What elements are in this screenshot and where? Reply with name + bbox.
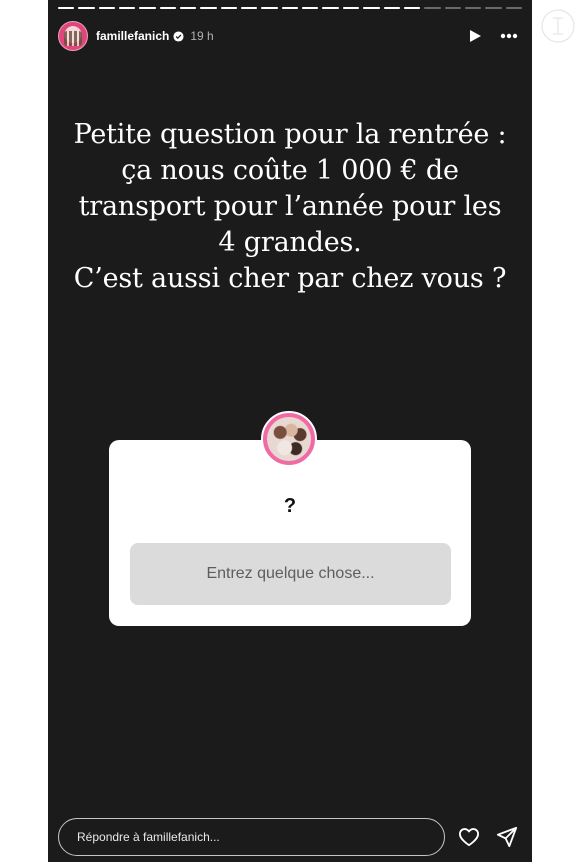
- story-progress-bar: [58, 7, 522, 10]
- progress-segment: [220, 7, 238, 9]
- progress-segment-fill: [78, 7, 95, 9]
- progress-segment: [200, 7, 217, 9]
- progress-segment-fill: [302, 7, 319, 9]
- progress-segment: [159, 7, 177, 9]
- share-button[interactable]: [496, 826, 518, 848]
- progress-segment: [139, 7, 156, 9]
- progress-segment-fill: [159, 7, 177, 9]
- progress-segment: [302, 7, 319, 9]
- progress-segment-fill: [403, 7, 421, 9]
- play-button[interactable]: [466, 27, 484, 45]
- sticker-question-text: ?: [283, 495, 297, 517]
- heart-icon: [458, 828, 479, 847]
- progress-segment: [342, 7, 360, 9]
- more-icon: [500, 33, 518, 39]
- progress-segment: [464, 7, 482, 9]
- progress-segment: [403, 7, 421, 9]
- progress-segment: [180, 7, 197, 9]
- watermark-logo-icon: [541, 9, 575, 43]
- progress-segment-fill: [261, 7, 278, 9]
- verified-badge-icon: [173, 30, 184, 42]
- progress-segment-fill: [98, 7, 116, 9]
- sticker-answer-input[interactable]: [130, 543, 451, 605]
- progress-segment-fill: [383, 7, 400, 9]
- progress-segment-fill: [58, 7, 75, 9]
- play-icon: [470, 30, 481, 42]
- send-icon: [496, 826, 518, 848]
- progress-segment: [424, 7, 441, 9]
- progress-segment-fill: [139, 7, 156, 9]
- progress-segment: [281, 7, 299, 9]
- username[interactable]: famillefanich: [96, 29, 169, 43]
- progress-segment: [261, 7, 278, 9]
- profile-avatar[interactable]: [58, 21, 88, 51]
- progress-segment-fill: [241, 7, 258, 9]
- progress-segment-fill: [363, 7, 380, 9]
- like-button[interactable]: [458, 826, 480, 848]
- progress-segment: [363, 7, 380, 9]
- sticker-avatar-photo: [267, 417, 311, 461]
- progress-segment: [98, 7, 116, 9]
- story-viewer[interactable]: famillefanich 19 h Petite question pour …: [48, 0, 532, 862]
- reply-input[interactable]: [58, 818, 445, 856]
- progress-segment: [322, 7, 339, 9]
- page: famillefanich 19 h Petite question pour …: [0, 0, 580, 862]
- progress-segment: [485, 7, 502, 9]
- progress-segment-fill: [119, 7, 136, 9]
- story-caption: Petite question pour la rentrée : ça nou…: [73, 119, 507, 294]
- story-header: famillefanich 19 h: [58, 21, 522, 51]
- progress-segment: [78, 7, 95, 9]
- sticker-avatar: [261, 411, 317, 467]
- progress-segment: [119, 7, 136, 9]
- post-time: 19 h: [190, 29, 214, 43]
- progress-segment-fill: [200, 7, 217, 9]
- progress-segment-fill: [281, 7, 299, 9]
- progress-segment: [444, 7, 461, 9]
- progress-segment-fill: [322, 7, 339, 9]
- progress-segment: [58, 7, 75, 9]
- progress-segment-fill: [220, 7, 238, 9]
- more-options-button[interactable]: [500, 27, 518, 45]
- progress-segment-fill: [180, 7, 197, 9]
- progress-segment: [383, 7, 400, 9]
- progress-segment-fill: [342, 7, 360, 9]
- progress-segment: [505, 7, 522, 9]
- progress-segment: [241, 7, 258, 9]
